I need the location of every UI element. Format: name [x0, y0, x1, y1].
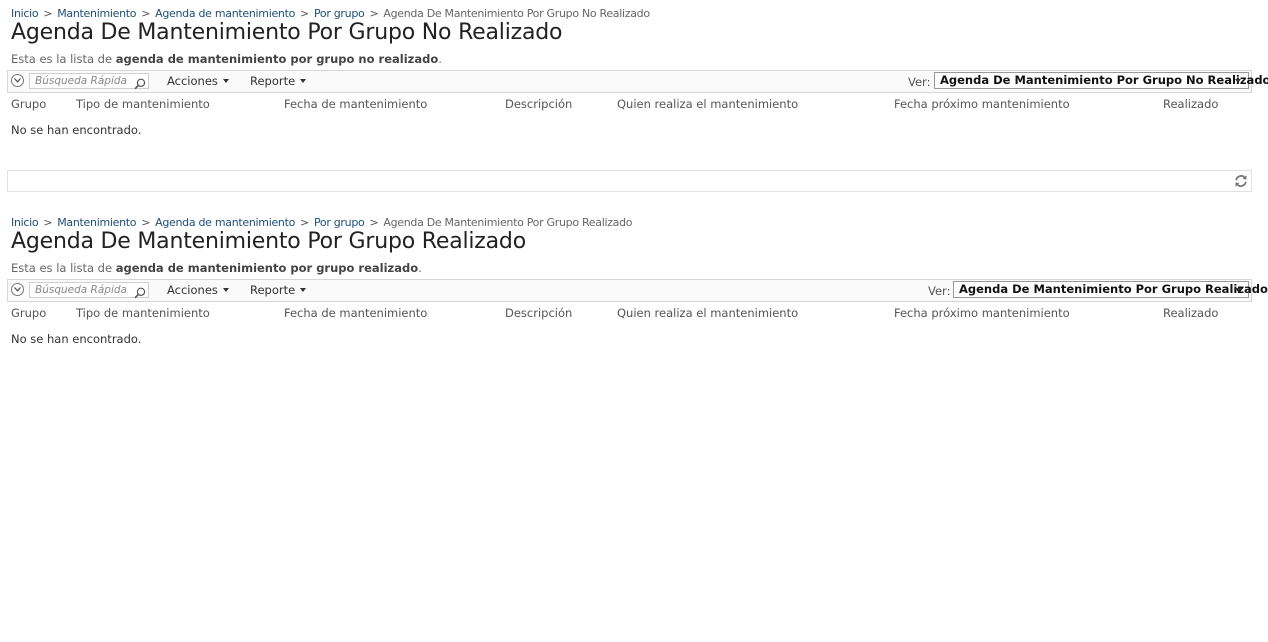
- column-header-fecha-proximo[interactable]: Fecha próximo mantenimiento: [894, 306, 1070, 321]
- list-toolbar: Acciones Reporte Ver: Agenda De Mantenim…: [7, 70, 1268, 93]
- view-select[interactable]: Agenda De Mantenimiento Por Grupo No Rea…: [934, 72, 1268, 89]
- description-suffix: .: [418, 261, 422, 275]
- acciones-label: Acciones: [167, 74, 218, 88]
- column-header-fecha-proximo[interactable]: Fecha próximo mantenimiento: [894, 97, 1070, 112]
- page-title: Agenda De Mantenimiento Por Grupo Realiz…: [11, 229, 526, 254]
- quick-search: [29, 282, 149, 299]
- column-header-grupo[interactable]: Grupo: [11, 97, 46, 112]
- view-label: Ver:: [928, 284, 951, 298]
- column-header-tipo[interactable]: Tipo de mantenimiento: [76, 97, 210, 112]
- acciones-menu[interactable]: Acciones: [167, 283, 229, 298]
- reporte-label: Reporte: [250, 283, 296, 297]
- view-select-value: Agenda De Mantenimiento Por Grupo Realiz…: [959, 282, 1268, 296]
- description-bold: agenda de mantenimiento por grupo realiz…: [115, 261, 419, 275]
- column-header-quien[interactable]: Quien realiza el mantenimiento: [617, 97, 798, 112]
- chevron-down-icon: [1235, 79, 1241, 83]
- column-header-realizado[interactable]: Realizado: [1163, 306, 1218, 321]
- chevron-down-icon: [1235, 288, 1241, 292]
- column-header-descripcion[interactable]: Descripción: [505, 306, 572, 321]
- caret-down-icon: [300, 288, 307, 292]
- page-title: Agenda De Mantenimiento Por Grupo No Rea…: [11, 20, 563, 45]
- reporte-menu[interactable]: Reporte: [250, 283, 307, 298]
- column-header-grupo[interactable]: Grupo: [11, 306, 46, 321]
- caret-down-icon: [300, 79, 307, 83]
- reporte-menu[interactable]: Reporte: [250, 74, 307, 89]
- view-label: Ver:: [908, 75, 931, 89]
- column-header-fecha[interactable]: Fecha de mantenimiento: [284, 97, 427, 112]
- empty-message: No se han encontrado.: [11, 332, 142, 346]
- description-suffix: .: [438, 52, 442, 66]
- column-header-quien[interactable]: Quien realiza el mantenimiento: [617, 306, 798, 321]
- search-icon[interactable]: [134, 284, 146, 303]
- column-header-fecha[interactable]: Fecha de mantenimiento: [284, 306, 427, 321]
- description-prefix: Esta es la lista de: [11, 52, 116, 66]
- list-toolbar: Acciones Reporte Ver: Agenda De Mantenim…: [7, 279, 1268, 302]
- view-select-value: Agenda De Mantenimiento Por Grupo No Rea…: [940, 73, 1268, 87]
- list-description: Esta es la lista de agenda de mantenimie…: [11, 52, 442, 67]
- quick-search: [29, 73, 149, 90]
- acciones-menu[interactable]: Acciones: [167, 74, 229, 89]
- list-description: Esta es la lista de agenda de mantenimie…: [11, 261, 422, 276]
- acciones-label: Acciones: [167, 283, 218, 297]
- empty-message: No se han encontrado.: [11, 123, 142, 137]
- view-select[interactable]: Agenda De Mantenimiento Por Grupo Realiz…: [953, 281, 1268, 298]
- paging-bar: [7, 170, 1252, 192]
- column-header-realizado[interactable]: Realizado: [1163, 97, 1218, 112]
- description-prefix: Esta es la lista de: [11, 261, 116, 275]
- search-icon[interactable]: [134, 75, 146, 94]
- caret-down-icon: [222, 79, 229, 83]
- reporte-label: Reporte: [250, 74, 296, 88]
- caret-down-icon: [222, 288, 229, 292]
- refresh-icon[interactable]: [1233, 173, 1249, 189]
- description-bold: agenda de mantenimiento por grupo no rea…: [115, 52, 439, 66]
- quick-search-input[interactable]: [35, 74, 131, 88]
- column-header-descripcion[interactable]: Descripción: [505, 97, 572, 112]
- quick-search-input[interactable]: [35, 283, 131, 297]
- column-header-tipo[interactable]: Tipo de mantenimiento: [76, 306, 210, 321]
- chevron-down-circle-icon[interactable]: [11, 283, 24, 296]
- chevron-down-circle-icon[interactable]: [11, 74, 24, 87]
